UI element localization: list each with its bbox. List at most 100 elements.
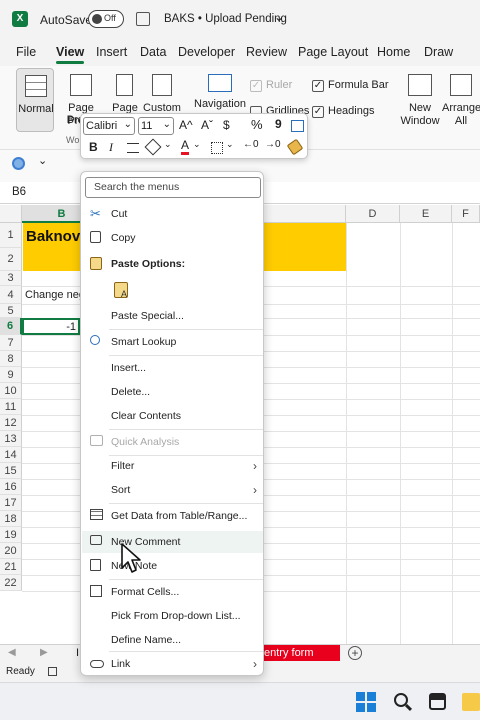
row-header[interactable]: 5 [0,304,22,318]
row-header[interactable]: 1 [0,223,22,248]
borders-icon[interactable] [211,142,223,154]
scroll-right-icon[interactable]: ▶ [40,647,48,658]
menu-item-clear-contents[interactable]: Clear Contents [82,405,263,427]
align-center-icon[interactable] [127,143,139,153]
italic-button[interactable]: I [109,140,113,155]
normal-view-button[interactable]: Normal [16,68,54,132]
sheet-tab-entry-form[interactable]: entry form [262,645,340,661]
menu-search-input[interactable]: Search the menus [85,177,261,198]
row-header[interactable]: 19 [0,527,22,543]
table-format-icon[interactable] [291,120,304,132]
tab-data[interactable]: Data [140,45,166,59]
row-header[interactable]: 10 [0,383,22,399]
font-size-dropdown[interactable]: 11 ⌄ [138,117,174,135]
menu-item-copy[interactable]: Copy [82,227,263,249]
formula-bar-checkbox[interactable]: ✓ [312,80,324,92]
menu-item-get-data[interactable]: Get Data from Table/Range... [82,505,263,527]
menu-item-delete[interactable]: Delete... [82,381,263,403]
circle-icon[interactable] [12,157,25,170]
increase-decimal-icon[interactable]: ←0 [243,139,259,150]
menu-item-pick-from-list[interactable]: Pick From Drop-down List... [82,605,263,627]
menu-item-quick-analysis[interactable]: Quick Analysis [82,431,263,453]
row-header[interactable]: 22 [0,575,22,591]
row-header[interactable]: 6 [0,318,22,335]
decrease-font-size-button[interactable]: Aˇ [201,118,213,132]
row-header[interactable]: 18 [0,511,22,527]
tab-insert[interactable]: Insert [96,45,127,59]
row-header[interactable]: 14 [0,447,22,463]
fill-color-icon[interactable] [144,138,162,156]
navigation-label: Navigation [194,98,246,110]
tab-file[interactable]: File [16,45,36,59]
row-header[interactable]: 3 [0,271,22,286]
chevron-down-icon[interactable]: ⌄ [164,139,172,150]
save-icon[interactable] [136,12,150,26]
headings-checkbox[interactable]: ✓ [312,106,324,118]
percent-button[interactable]: % [251,117,263,132]
column-header-f[interactable]: F [452,205,480,223]
chevron-down-icon[interactable]: ⌄ [38,154,47,167]
row-header[interactable]: 17 [0,495,22,511]
file-name[interactable]: BAKS • Upload Pending [164,13,287,25]
selected-cell-b6[interactable]: -1 [22,318,80,335]
chevron-down-icon[interactable]: ⌄ [274,10,284,24]
row-header[interactable]: 8 [0,351,22,367]
row-header[interactable]: 2 [0,248,22,271]
column-header-d[interactable]: D [346,205,400,223]
comma-style-button[interactable]: 9 [275,117,282,131]
tab-home[interactable]: Home [377,45,410,59]
row-header[interactable]: 20 [0,543,22,559]
row-header[interactable]: 13 [0,431,22,447]
menu-item-filter[interactable]: Filter › [82,455,263,477]
windows-start-icon[interactable] [356,692,376,712]
chevron-down-icon[interactable]: ⌄ [226,139,234,150]
font-color-button[interactable]: A [181,139,190,155]
tab-review[interactable]: Review [246,45,287,59]
increase-font-size-button[interactable]: A^ [179,118,193,132]
menu-item-link[interactable]: Link › [82,653,263,675]
corner-cell[interactable] [0,205,22,223]
row-header[interactable]: 12 [0,415,22,431]
file-explorer-icon[interactable] [462,693,480,711]
chevron-down-icon[interactable]: ⌄ [193,139,201,150]
ruler-checkbox[interactable]: ✓ [250,80,262,92]
menu-item-define-name[interactable]: Define Name... [82,629,263,651]
navigation-button[interactable]: Navigation [194,68,246,112]
tab-page-layout[interactable]: Page Layout [298,45,368,59]
row-header[interactable]: 15 [0,463,22,479]
row-header[interactable]: 7 [0,335,22,351]
arrange-all-button[interactable]: Arrange All [442,68,480,132]
menu-item-smart-lookup[interactable]: Smart Lookup [82,331,263,353]
menu-item-new-note[interactable]: New Note [82,555,263,577]
name-box[interactable]: B6 [12,186,26,198]
bold-button[interactable]: B [89,140,98,154]
tab-draw[interactable]: Draw [424,45,453,59]
currency-button[interactable]: $ [223,118,230,132]
menu-item-insert[interactable]: Insert... [82,357,263,379]
tab-view[interactable]: View [56,45,85,64]
menu-item-sort[interactable]: Sort › [82,479,263,501]
task-view-icon[interactable] [429,693,446,710]
menu-item-cut[interactable]: ✂ Cut [82,203,263,225]
tab-developer[interactable]: Developer [178,45,235,59]
decrease-decimal-icon[interactable]: →0 [265,139,281,150]
row-header[interactable]: 9 [0,367,22,383]
paste-text-only-icon[interactable]: A [114,282,128,299]
autosave-toggle[interactable]: Off [88,10,124,28]
row-header[interactable]: 4 [0,286,22,304]
add-sheet-button[interactable]: + [348,646,362,660]
row-header[interactable]: 16 [0,479,22,495]
menu-item-new-comment[interactable]: New Comment [82,531,263,553]
sheet-tab-partial[interactable]: I [76,647,79,659]
cell-b4[interactable]: Change neg [25,289,85,301]
row-header[interactable]: 21 [0,559,22,575]
format-painter-icon[interactable] [286,138,304,156]
cell-b1[interactable]: Baknov [26,228,80,245]
column-header-e[interactable]: E [400,205,452,223]
font-name-dropdown[interactable]: Calibri ⌄ [83,117,135,135]
menu-item-paste-special[interactable]: Paste Special... [82,305,263,327]
new-window-button[interactable]: New Window [398,68,442,132]
row-header[interactable]: 11 [0,399,22,415]
scroll-left-icon[interactable]: ◀ [8,647,16,658]
menu-item-format-cells[interactable]: Format Cells... [82,581,263,603]
